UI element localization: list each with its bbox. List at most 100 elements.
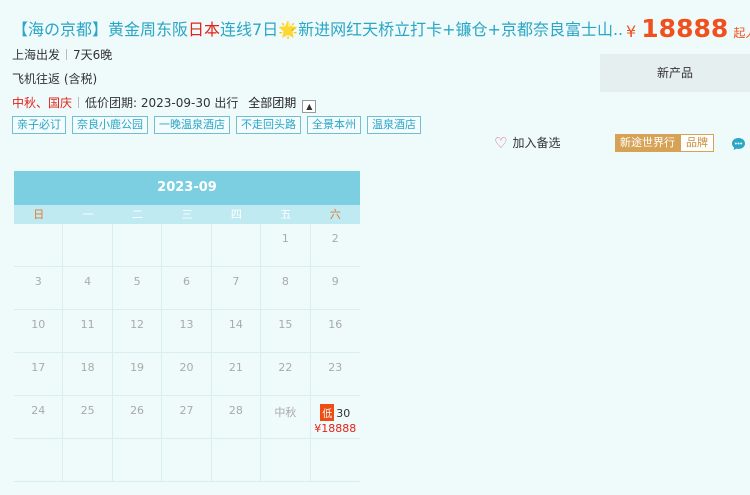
calendar-day: 20 — [162, 353, 212, 396]
trip-duration: 7天6晚 — [73, 48, 113, 62]
calendar-day — [162, 224, 212, 267]
brand-badge[interactable]: 新途世界行 品牌 — [615, 134, 714, 152]
product-title[interactable]: 【海の京都】黄金周东阪日本连线7日🌟新进网红天桥立打卡+镰仓+京都奈良富士山..… — [12, 18, 622, 42]
day-number: 14 — [228, 318, 243, 331]
all-dates-toggle[interactable]: 全部团期 — [248, 96, 296, 110]
calendar-day: 2 — [310, 224, 360, 267]
day-number: 25 — [80, 404, 95, 417]
day-price: ¥18888 — [314, 422, 357, 435]
calendar-grid: 1 2 3 4 5 6 7 8 9 10 11 12 13 14 15 16 17 18 19 20 21 22 23 24 2… — [14, 224, 360, 482]
day-number: 20 — [179, 361, 194, 374]
calendar-day: 3 — [14, 267, 64, 310]
trip-info: 上海出发 7天6晚 — [12, 46, 112, 63]
day-number: 26 — [130, 404, 145, 417]
day-number: 4 — [84, 275, 92, 288]
day-number: 28 — [228, 404, 243, 417]
tag-item[interactable]: 亲子必订 — [12, 116, 66, 134]
calendar-day — [63, 224, 113, 267]
calendar-day: 18 — [63, 353, 113, 396]
feature-tags: 亲子必订 奈良小鹿公园 一晚温泉酒店 不走回头路 全景本州 温泉酒店 — [12, 116, 421, 134]
heart-icon: ♡ — [494, 134, 508, 152]
transport-info: 飞机往返 (含税) — [12, 72, 98, 86]
price-suffix: 起人/ — [733, 26, 750, 40]
calendar-day: 19 — [112, 353, 163, 396]
calendar-day: 1 — [261, 224, 311, 267]
weekday-label: 六 — [329, 208, 341, 221]
day-number: 16 — [328, 318, 343, 331]
calendar-day: 24 — [14, 396, 64, 439]
calendar-day: 26 — [112, 396, 163, 439]
calendar-day: 中秋 — [261, 396, 311, 439]
calendar-day: 21 — [211, 353, 262, 396]
day-number: 11 — [80, 318, 95, 331]
calendar-day — [14, 224, 64, 267]
calendar-day: 14 — [211, 310, 262, 353]
low-price-date: 低价团期: 2023-09-30 出行 — [85, 96, 239, 110]
day-number: 6 — [182, 275, 190, 288]
calendar-day — [162, 439, 212, 482]
calendar-day: 10 — [14, 310, 64, 353]
calendar-day: 23 — [310, 353, 360, 396]
calendar-day: 27 — [162, 396, 212, 439]
calendar-day: 6 — [162, 267, 212, 310]
calendar-day: 15 — [261, 310, 311, 353]
title-highlight: 日本 — [188, 20, 221, 39]
day-number: 18 — [80, 361, 95, 374]
date-info: 中秋、国庆 低价团期: 2023-09-30 出行 全部团期 ▲ — [12, 94, 317, 113]
weekday-label: 二 — [132, 208, 144, 221]
tag-item[interactable]: 奈良小鹿公园 — [72, 116, 148, 134]
calendar-day[interactable]: 低 30 ¥18888 — [310, 396, 360, 439]
calendar-day — [310, 439, 360, 482]
day-number: 2 — [331, 232, 339, 245]
day-number: 15 — [278, 318, 293, 331]
day-number: 1 — [281, 232, 289, 245]
calendar-day: 7 — [211, 267, 262, 310]
calendar-day: 4 — [63, 267, 113, 310]
calendar-day: 25 — [63, 396, 113, 439]
calendar-day: 17 — [14, 353, 64, 396]
day-number: 9 — [331, 275, 339, 288]
calendar-day: 28 — [211, 396, 262, 439]
weekday-label: 日 — [33, 208, 45, 221]
calendar-day: 9 — [310, 267, 360, 310]
calendar-day — [112, 224, 163, 267]
calendar-day: 16 — [310, 310, 360, 353]
day-number: 22 — [278, 361, 293, 374]
date-calendar: 2023-09 日 一 二 三 四 五 六 1 2 3 4 5 6 7 8 9 10 11 12 13 1… — [14, 171, 360, 482]
weekday-header: 日 一 二 三 四 五 六 — [14, 205, 360, 224]
day-number: 10 — [31, 318, 46, 331]
day-number: 23 — [328, 361, 343, 374]
calendar-day — [261, 439, 311, 482]
price-symbol: ¥ — [626, 22, 637, 41]
calendar-day: 8 — [261, 267, 311, 310]
departure-city: 上海出发 — [12, 48, 61, 62]
calendar-day: 22 — [261, 353, 311, 396]
day-number: 24 — [31, 404, 46, 417]
day-number: 21 — [228, 361, 243, 374]
tag-item[interactable]: 全景本州 — [307, 116, 361, 134]
calendar-day: 12 — [112, 310, 163, 353]
day-number: 3 — [34, 275, 42, 288]
calendar-day — [112, 439, 163, 482]
day-number: 17 — [31, 361, 46, 374]
day-number: 27 — [179, 404, 194, 417]
brand-name: 新途世界行 — [615, 134, 680, 152]
collapse-arrow-icon[interactable]: ▲ — [302, 100, 317, 113]
weekday-label: 一 — [82, 208, 94, 221]
chat-icon[interactable] — [731, 137, 746, 151]
tag-item[interactable]: 一晚温泉酒店 — [154, 116, 230, 134]
weekday-label: 四 — [230, 208, 242, 221]
add-favorite-button[interactable]: ♡ 加入备选 — [494, 134, 560, 152]
calendar-day — [211, 439, 262, 482]
day-number: 30 — [336, 407, 351, 420]
brand-label: 品牌 — [680, 134, 714, 152]
day-number: 7 — [232, 275, 240, 288]
tag-item[interactable]: 温泉酒店 — [367, 116, 421, 134]
new-product-badge: 新产品 — [600, 54, 750, 92]
price-amount: 18888 — [641, 14, 729, 43]
calendar-day: 13 — [162, 310, 212, 353]
calendar-day — [211, 224, 262, 267]
tag-item[interactable]: 不走回头路 — [236, 116, 301, 134]
day-number: 8 — [281, 275, 289, 288]
price-display: ¥ 18888 起人/ — [626, 14, 750, 43]
